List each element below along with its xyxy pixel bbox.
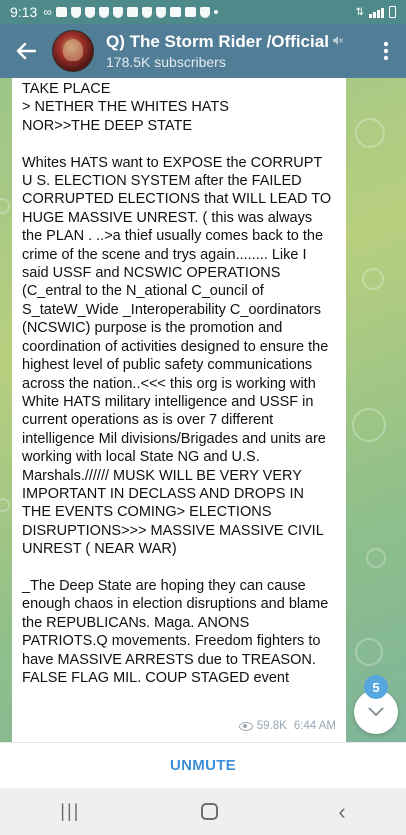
shield-icon <box>112 6 123 18</box>
shield-icon <box>70 6 81 18</box>
background-doodle <box>366 548 386 568</box>
channel-title: Q) The Storm Rider /Official <box>106 32 328 51</box>
shield-icon <box>199 6 210 18</box>
shield-icon <box>141 6 152 18</box>
wifi-calling-icon: ⇅ <box>355 7 364 18</box>
background-doodle <box>355 118 385 148</box>
background-doodle <box>355 638 383 666</box>
notification-icon <box>55 7 67 17</box>
home-icon[interactable] <box>200 803 218 820</box>
battery-icon <box>389 6 396 18</box>
channel-info[interactable]: Q) The Storm Rider /Official 178.5K subs… <box>106 32 366 70</box>
back-nav-icon[interactable]: ‹ <box>338 799 345 825</box>
status-time: 9:13 <box>10 4 38 20</box>
recent-apps-icon[interactable]: ||| <box>60 801 80 822</box>
message-bubble[interactable]: TAKE PLACE > NETHER THE WHITES HATS NOR>… <box>12 78 346 742</box>
signal-icon <box>369 8 384 18</box>
more-options-button[interactable] <box>366 24 406 78</box>
shield-icon <box>155 6 166 18</box>
view-count: 59.8K <box>256 720 287 732</box>
chevron-down-icon <box>368 707 384 716</box>
voicemail-icon: ∞ <box>43 5 52 19</box>
more-vert-icon <box>383 41 389 61</box>
notification-icon <box>184 7 196 17</box>
message-time: 6:44 AM <box>293 720 336 732</box>
back-button[interactable] <box>0 24 52 78</box>
status-bar: 9:13 ∞ ⇅ <box>0 0 406 24</box>
background-doodle <box>0 198 10 214</box>
system-nav-bar: ||| ‹ <box>0 788 406 835</box>
notification-icons: ∞ <box>43 5 355 19</box>
shield-icon <box>98 6 109 18</box>
more-notifications-icon <box>213 10 218 14</box>
muted-speaker-icon <box>332 35 343 49</box>
bottom-bar: UNMUTE <box>0 742 406 788</box>
channel-header: Q) The Storm Rider /Official 178.5K subs… <box>0 24 406 78</box>
system-icons: ⇅ <box>356 6 396 18</box>
eye-icon <box>238 721 253 731</box>
subscriber-count: 178.5K subscribers <box>106 54 226 70</box>
background-doodle <box>362 268 384 290</box>
background-doodle <box>352 408 386 442</box>
chat-area[interactable]: TAKE PLACE > NETHER THE WHITES HATS NOR>… <box>0 78 406 742</box>
background-doodle <box>0 498 10 512</box>
shield-icon <box>84 6 95 18</box>
channel-avatar[interactable] <box>52 30 94 72</box>
arrow-left-icon <box>16 42 36 60</box>
message-text: TAKE PLACE > NETHER THE WHITES HATS NOR>… <box>22 81 332 686</box>
notification-icon <box>126 7 138 17</box>
notification-icon <box>169 7 181 17</box>
message-meta: 59.8K 6:44 AM <box>238 720 336 732</box>
unmute-button[interactable]: UNMUTE <box>170 757 236 774</box>
unread-count-badge: 5 <box>364 675 388 699</box>
